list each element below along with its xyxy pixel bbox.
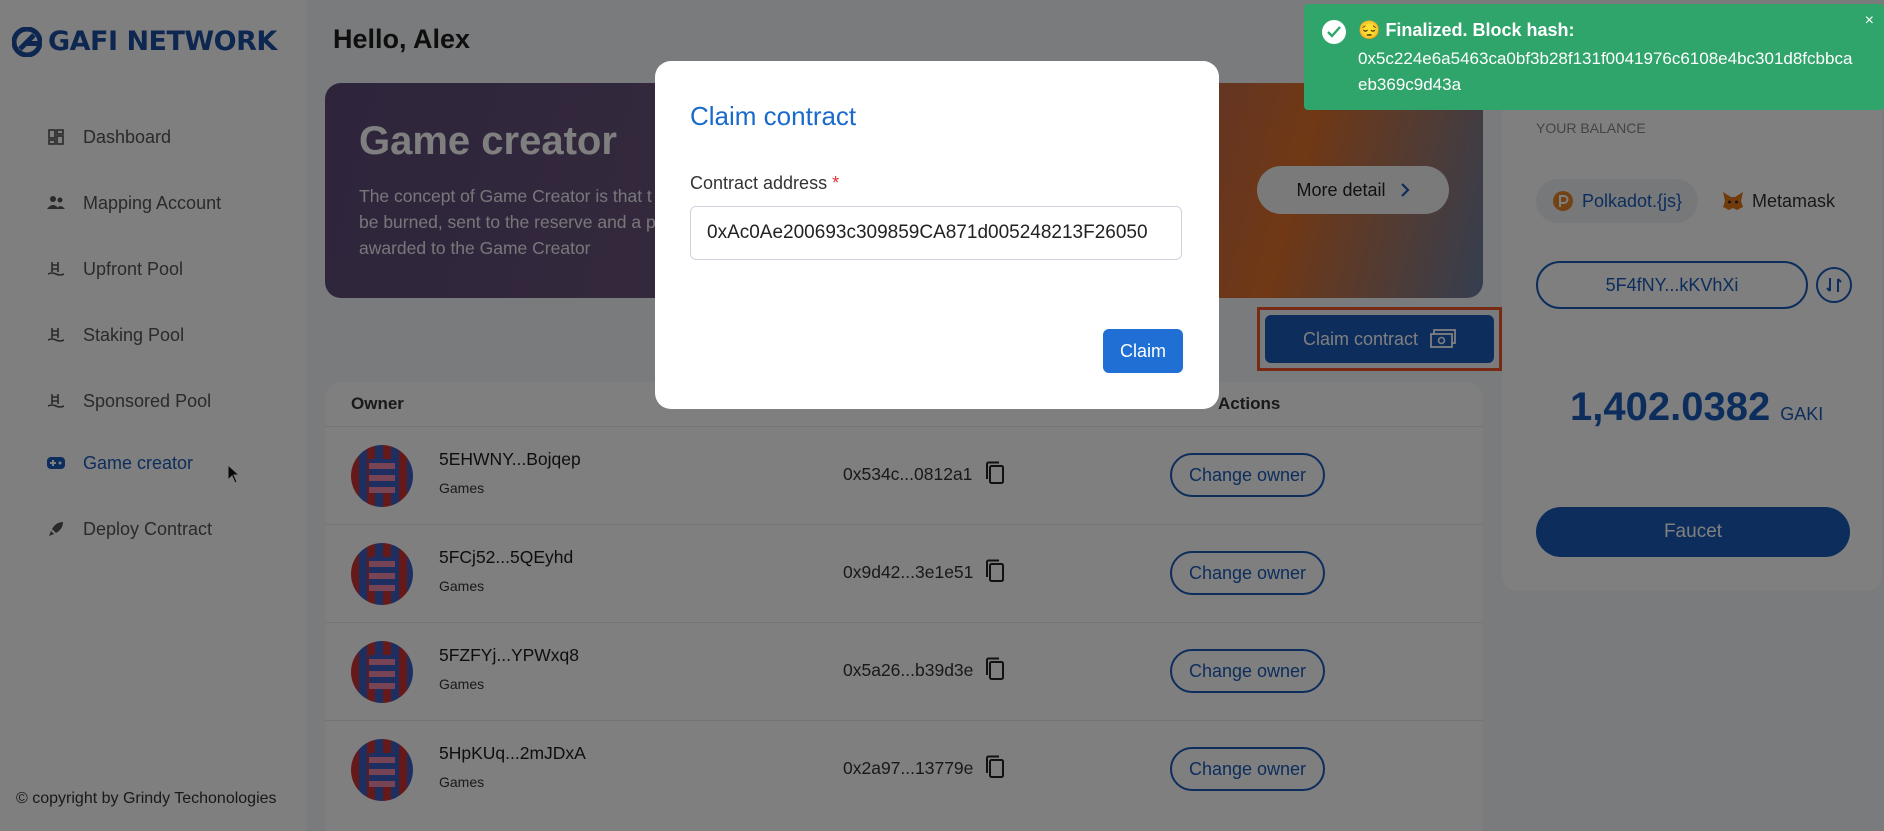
toast-emoji: 😔	[1358, 20, 1381, 40]
claim-contract-modal: Claim contract Contract address * Claim	[655, 61, 1219, 409]
modal-title: Claim contract	[690, 101, 857, 131]
toast-title: 😔 Finalized. Block hash:	[1358, 20, 1574, 41]
toast-block-hash: 0x5c224e6a5463ca0bf3b28f131f0041976c6108…	[1358, 49, 1853, 94]
contract-address-label: Contract address *	[690, 173, 839, 194]
claim-button[interactable]: Claim	[1103, 329, 1183, 373]
success-toast: 😔 Finalized. Block hash: 0x5c224e6a5463c…	[1304, 4, 1884, 110]
toast-title-text: Finalized. Block hash:	[1385, 20, 1575, 40]
required-marker: *	[832, 173, 840, 193]
close-icon[interactable]: ×	[1865, 12, 1874, 30]
contract-address-input[interactable]	[690, 206, 1182, 260]
check-circle-icon	[1322, 20, 1346, 44]
contract-address-label-text: Contract address	[690, 173, 828, 193]
